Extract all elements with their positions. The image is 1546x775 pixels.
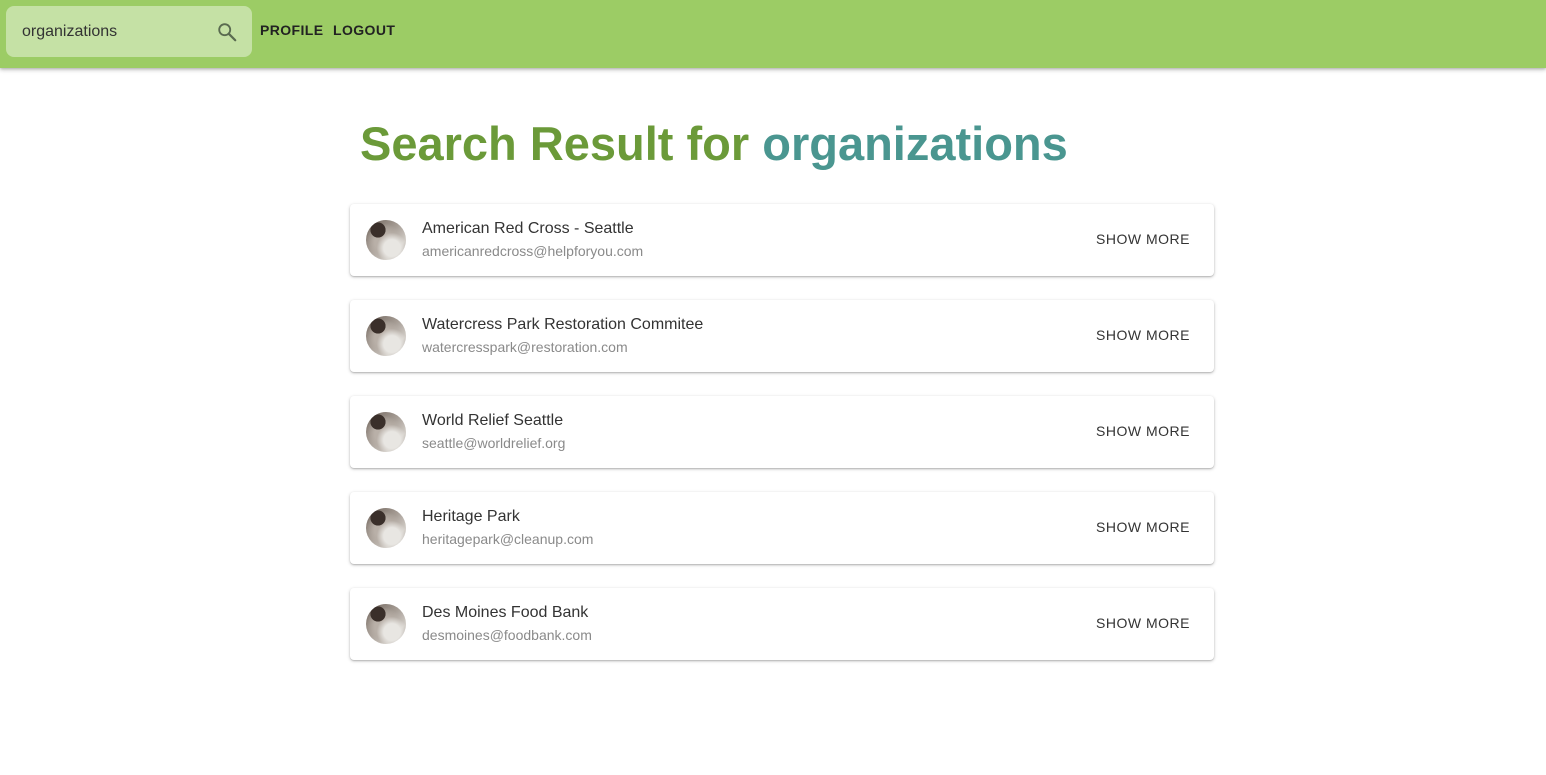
result-card: World Relief Seattle seattle@worldrelief… bbox=[350, 396, 1214, 468]
org-name: American Red Cross - Seattle bbox=[422, 220, 634, 237]
title-prefix: Search Result for bbox=[360, 117, 763, 170]
search-box bbox=[6, 6, 252, 57]
org-name: Heritage Park bbox=[422, 508, 520, 525]
results-list: American Red Cross - Seattle americanred… bbox=[350, 204, 1214, 684]
result-card: Watercress Park Restoration Commitee wat… bbox=[350, 300, 1214, 372]
avatar bbox=[366, 220, 406, 260]
result-card: Des Moines Food Bank desmoines@foodbank.… bbox=[350, 588, 1214, 660]
org-name: Des Moines Food Bank bbox=[422, 604, 589, 621]
org-email: heritagepark@cleanup.com bbox=[422, 531, 594, 547]
search-input[interactable] bbox=[6, 6, 196, 57]
avatar bbox=[366, 604, 406, 644]
profile-button[interactable]: PROFILE bbox=[260, 22, 323, 38]
show-more-button[interactable]: SHOW MORE bbox=[1096, 615, 1190, 631]
logout-button[interactable]: LOGOUT bbox=[333, 22, 395, 38]
result-card: Heritage Park heritagepark@cleanup.com S… bbox=[350, 492, 1214, 564]
org-name: Watercress Park Restoration Commitee bbox=[422, 316, 704, 333]
result-card: American Red Cross - Seattle americanred… bbox=[350, 204, 1214, 276]
org-email: desmoines@foodbank.com bbox=[422, 627, 592, 643]
show-more-button[interactable]: SHOW MORE bbox=[1096, 519, 1190, 535]
org-email: watercresspark@restoration.com bbox=[422, 339, 628, 355]
title-query: organizations bbox=[762, 117, 1068, 170]
search-icon[interactable] bbox=[216, 21, 238, 43]
avatar bbox=[366, 508, 406, 548]
show-more-button[interactable]: SHOW MORE bbox=[1096, 231, 1190, 247]
avatar bbox=[366, 316, 406, 356]
org-email: americanredcross@helpforyou.com bbox=[422, 243, 644, 259]
show-more-button[interactable]: SHOW MORE bbox=[1096, 423, 1190, 439]
app-bar: PROFILE LOGOUT bbox=[0, 0, 1546, 68]
avatar bbox=[366, 412, 406, 452]
show-more-button[interactable]: SHOW MORE bbox=[1096, 327, 1190, 343]
page-title: Search Result for organizations bbox=[360, 116, 1068, 171]
org-email: seattle@worldrelief.org bbox=[422, 435, 566, 451]
org-name: World Relief Seattle bbox=[422, 412, 564, 429]
